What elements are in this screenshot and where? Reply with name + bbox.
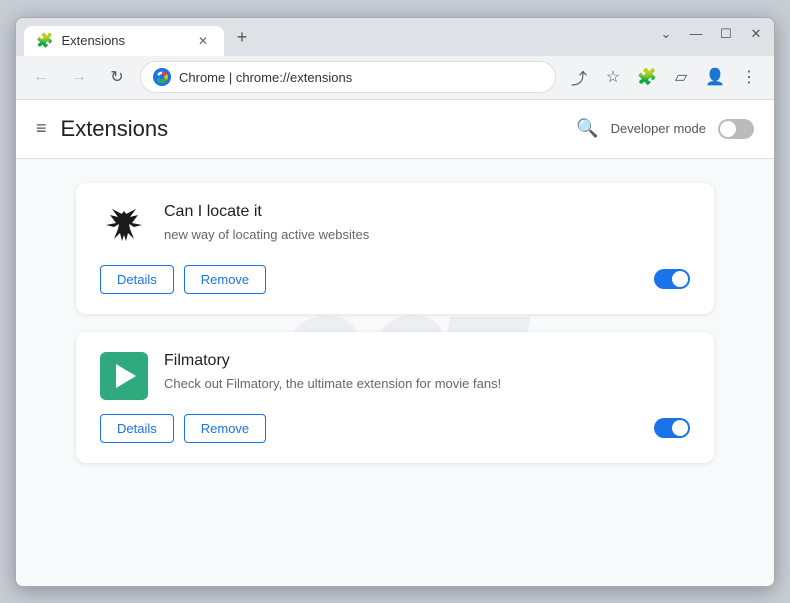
extension-card-can-i-locate-it: Can I locate it new way of locating acti… bbox=[76, 183, 714, 314]
play-icon bbox=[116, 364, 136, 388]
tab-title: Extensions bbox=[61, 33, 186, 48]
browser-window: 🧩 Extensions ✕ + ⌄ — ☐ ✕ ← → ↻ bbox=[15, 17, 775, 587]
window-controls: ⌄ — ☐ ✕ bbox=[658, 26, 764, 42]
extensions-header: ≡ Extensions 🔍 Developer mode bbox=[16, 100, 774, 159]
filmatory-icon bbox=[100, 352, 148, 400]
developer-mode-toggle[interactable] bbox=[718, 119, 754, 139]
ext-info-filmatory: Filmatory Check out Filmatory, the ultim… bbox=[164, 352, 690, 394]
chevron-down-icon: ⌄ bbox=[658, 26, 674, 42]
maximize-button[interactable]: ☐ bbox=[718, 26, 734, 42]
remove-button-filmatory[interactable]: Remove bbox=[184, 414, 266, 443]
hamburger-menu-icon[interactable]: ≡ bbox=[36, 118, 47, 139]
ext-name-filmatory: Filmatory bbox=[164, 352, 690, 370]
address-text: Chrome | chrome://extensions bbox=[179, 70, 543, 85]
extensions-icon[interactable]: 🧩 bbox=[632, 62, 662, 92]
ext-desc-filmatory: Check out Filmatory, the ultimate extens… bbox=[164, 374, 690, 394]
header-left: ≡ Extensions bbox=[36, 116, 168, 142]
toolbar-actions: ⤴ ☆ 🧩 ▱ 👤 ⋮ bbox=[564, 62, 764, 92]
bookmark-icon[interactable]: ☆ bbox=[598, 62, 628, 92]
header-right: 🔍 Developer mode bbox=[576, 118, 754, 139]
profile-icon[interactable]: 👤 bbox=[700, 62, 730, 92]
enable-toggle-can-i-locate-it[interactable] bbox=[654, 269, 690, 289]
page-title: Extensions bbox=[61, 116, 169, 142]
page-content: ≡ Extensions 🔍 Developer mode 967 bbox=[16, 100, 774, 586]
extension-card-filmatory: Filmatory Check out Filmatory, the ultim… bbox=[76, 332, 714, 463]
address-bar[interactable]: Chrome | chrome://extensions bbox=[140, 61, 556, 93]
ext-name-can-i-locate-it: Can I locate it bbox=[164, 203, 690, 221]
minimize-button[interactable]: — bbox=[688, 26, 704, 42]
close-button[interactable]: ✕ bbox=[748, 26, 764, 42]
details-button-filmatory[interactable]: Details bbox=[100, 414, 174, 443]
forward-button[interactable]: → bbox=[64, 62, 94, 92]
reload-button[interactable]: ↻ bbox=[102, 62, 132, 92]
can-locate-it-icon bbox=[100, 203, 148, 251]
details-button-can-i-locate-it[interactable]: Details bbox=[100, 265, 174, 294]
search-icon[interactable]: 🔍 bbox=[576, 118, 598, 139]
back-button[interactable]: ← bbox=[26, 62, 56, 92]
card-top-filmatory: Filmatory Check out Filmatory, the ultim… bbox=[100, 352, 690, 400]
title-bar: 🧩 Extensions ✕ + ⌄ — ☐ ✕ bbox=[16, 18, 774, 56]
ext-info-can-i-locate-it: Can I locate it new way of locating acti… bbox=[164, 203, 690, 245]
ext-desc-can-i-locate-it: new way of locating active websites bbox=[164, 225, 690, 245]
toolbar: ← → ↻ Chrome | chrome://extensions ⤴ ☆ bbox=[16, 56, 774, 100]
enable-toggle-filmatory[interactable] bbox=[654, 418, 690, 438]
tab-close-button[interactable]: ✕ bbox=[194, 32, 212, 50]
active-tab[interactable]: 🧩 Extensions ✕ bbox=[24, 26, 224, 56]
remove-button-can-i-locate-it[interactable]: Remove bbox=[184, 265, 266, 294]
card-bottom-can-i-locate-it: Details Remove bbox=[100, 265, 690, 294]
card-top: Can I locate it new way of locating acti… bbox=[100, 203, 690, 251]
menu-icon[interactable]: ⋮ bbox=[734, 62, 764, 92]
extensions-list: 967 bbox=[16, 159, 774, 586]
split-view-icon[interactable]: ▱ bbox=[666, 62, 696, 92]
share-icon[interactable]: ⤴ bbox=[564, 62, 594, 92]
card-bottom-filmatory: Details Remove bbox=[100, 414, 690, 443]
new-tab-button[interactable]: + bbox=[228, 24, 256, 52]
tab-extension-icon: 🧩 bbox=[36, 32, 53, 49]
developer-mode-label: Developer mode bbox=[611, 121, 706, 136]
chrome-logo-icon bbox=[153, 68, 171, 86]
